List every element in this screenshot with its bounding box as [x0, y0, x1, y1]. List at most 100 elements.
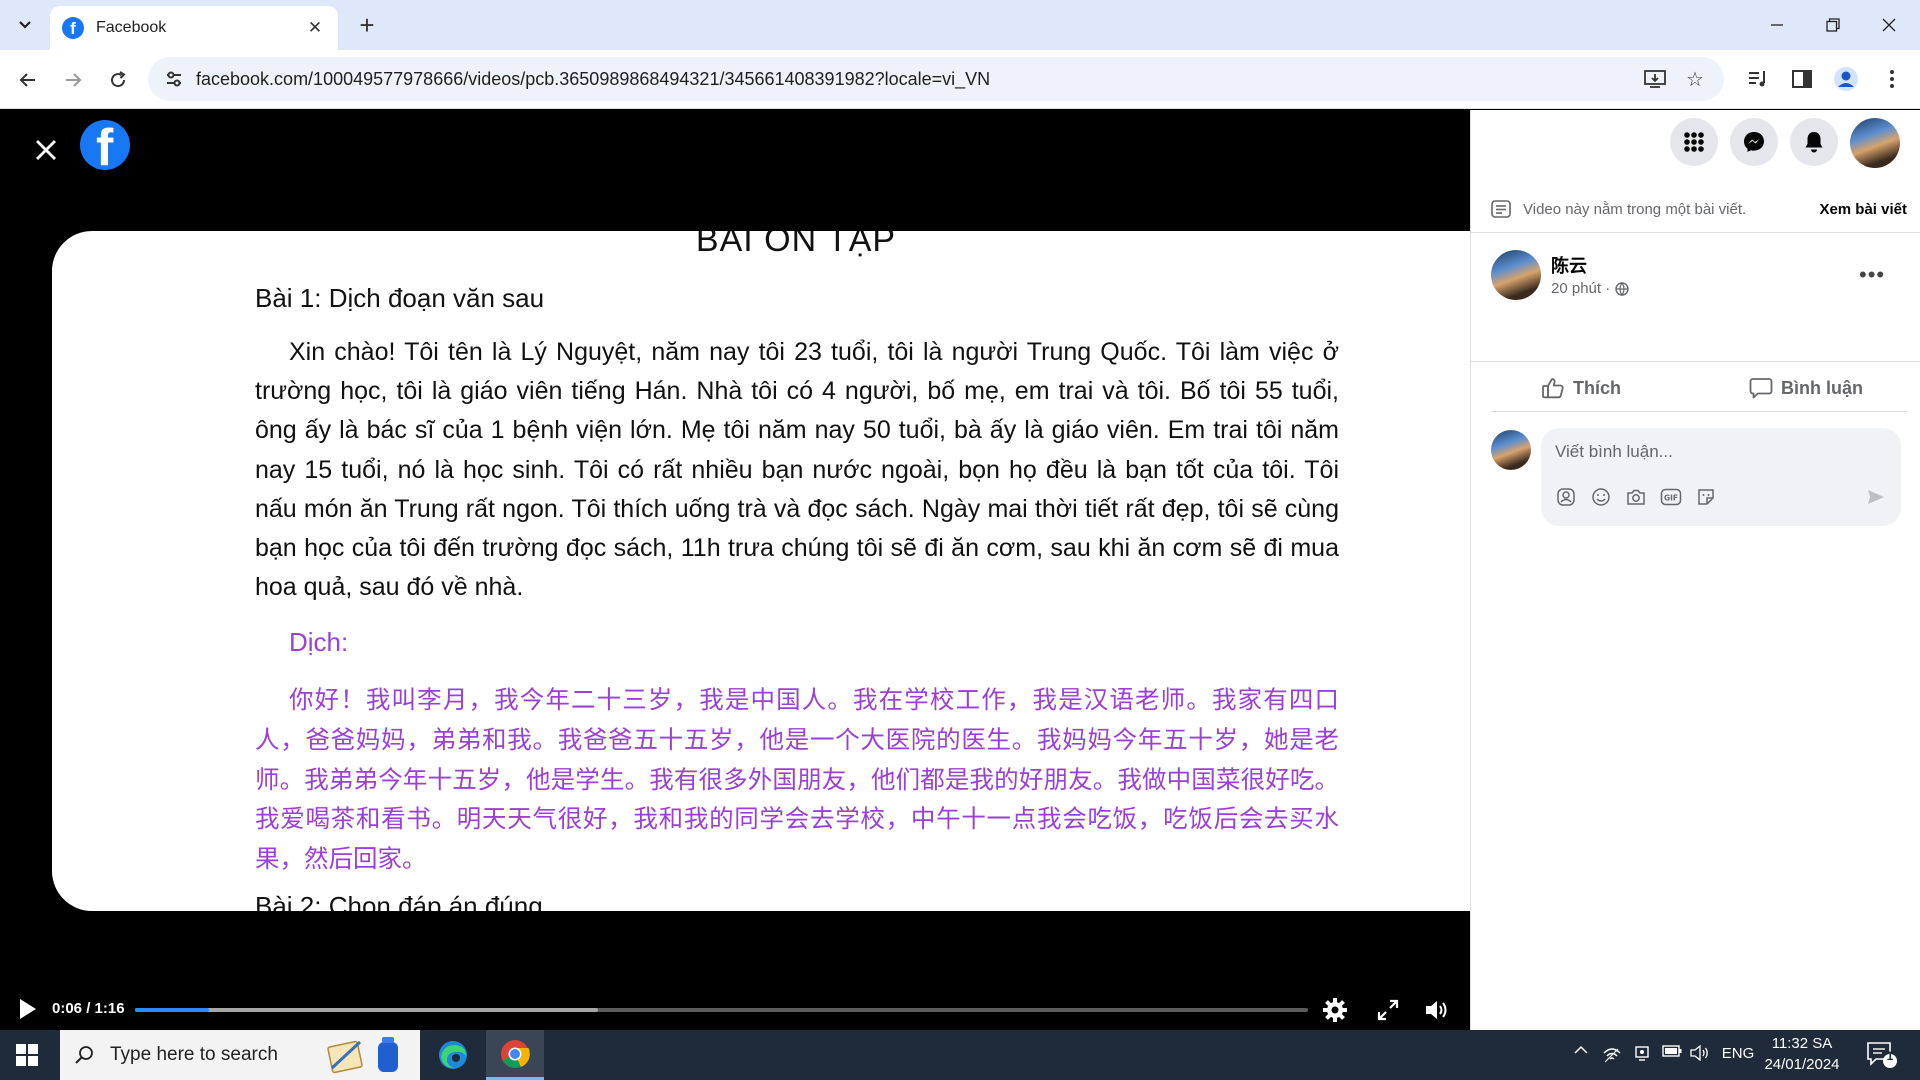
arrow-left-icon — [19, 73, 35, 87]
clock-date: 24/01/2024 — [1764, 1056, 1840, 1073]
profile-icon[interactable] — [1830, 63, 1862, 95]
bookmark-star-icon[interactable]: ☆ — [1682, 66, 1708, 92]
comment-icon — [1749, 377, 1773, 399]
video-controls: 0:06 / 1:16 — [0, 990, 1469, 1030]
speaker-icon — [1426, 1001, 1447, 1019]
windows-start-icon[interactable] — [16, 1044, 38, 1066]
play-icon — [20, 999, 36, 1019]
arrow-right-icon — [66, 73, 82, 87]
browser-toolbar: facebook.com/100049577978666/videos/pcb.… — [0, 50, 1920, 109]
author-avatar[interactable] — [1491, 250, 1541, 300]
tab-search-button[interactable] — [8, 10, 42, 40]
taskbar-search[interactable]: Type here to search — [60, 1030, 420, 1080]
windows-taskbar: Type here to search ENG 11:32 SA 24/01/2… — [0, 1030, 1920, 1080]
volume-icon[interactable] — [1688, 1045, 1712, 1061]
camera-icon[interactable] — [1625, 486, 1647, 508]
messenger-icon — [1744, 132, 1764, 152]
comment-placeholder[interactable]: Viết bình luận... — [1555, 442, 1673, 462]
restore-button[interactable] — [1806, 0, 1860, 50]
post-time[interactable]: 20 phút · — [1551, 280, 1610, 297]
close-icon — [36, 140, 56, 160]
divider — [1471, 361, 1920, 362]
view-post-link[interactable]: Xem bài viết — [1819, 201, 1907, 218]
battery-icon[interactable] — [1660, 1045, 1684, 1057]
network-icon[interactable] — [1600, 1045, 1624, 1063]
fullscreen-icon — [1377, 999, 1399, 1021]
sticker-icon[interactable] — [1695, 486, 1717, 508]
played-bar — [135, 1008, 209, 1012]
notification-center-button[interactable]: 1 — [1856, 1030, 1908, 1080]
next-section-heading: Bài 2: Chọn đáp án đúng — [255, 891, 543, 911]
notifications-button[interactable] — [1790, 118, 1838, 166]
gear-icon — [1323, 998, 1347, 1022]
translation-text: 你好！我叫李月，我今年二十三岁，我是中国人。我在学校工作，我是汉语老师。我家有四… — [255, 685, 1339, 874]
url-text[interactable]: facebook.com/100049577978666/videos/pcb.… — [196, 69, 990, 90]
close-viewer-button[interactable] — [24, 128, 68, 172]
video-time: 0:06 / 1:16 — [52, 1000, 125, 1017]
emoji-icon[interactable] — [1590, 486, 1612, 508]
chevron-down-icon — [19, 21, 31, 29]
post-info-bar: Video này nằm trong một bài viết. Xem bà… — [1491, 195, 1907, 223]
back-button[interactable] — [10, 62, 46, 98]
globe-icon — [1615, 281, 1629, 296]
reload-button[interactable] — [100, 62, 136, 98]
tab-close-icon[interactable]: ✕ — [304, 17, 326, 39]
taskbar-clock[interactable]: 11:32 SA 24/01/2024 — [1760, 1033, 1844, 1075]
translation-label: Dịch: — [289, 627, 349, 657]
search-placeholder: Type here to search — [110, 1044, 278, 1065]
edge-icon — [439, 1041, 467, 1069]
play-button[interactable] — [14, 996, 42, 1024]
browser-tab-facebook[interactable]: f Facebook ✕ — [50, 6, 338, 50]
device-icon[interactable] — [1630, 1045, 1654, 1063]
svg-text:GIF: GIF — [1664, 494, 1678, 503]
taskbar-edge[interactable] — [424, 1030, 482, 1080]
commenter-avatar[interactable] — [1491, 430, 1531, 470]
side-panel-icon[interactable] — [1786, 63, 1818, 95]
chevron-up-icon[interactable] — [1570, 1045, 1592, 1055]
fullscreen-button[interactable] — [1372, 994, 1404, 1026]
menu-button[interactable] — [1670, 118, 1718, 166]
avatar-sticker-icon[interactable] — [1555, 486, 1577, 508]
settings-button[interactable] — [1319, 994, 1351, 1026]
facebook-logo[interactable]: f — [80, 120, 130, 170]
restore-icon — [1826, 18, 1840, 32]
messenger-button[interactable] — [1730, 118, 1778, 166]
reload-icon — [111, 71, 126, 88]
chrome-icon — [501, 1039, 530, 1068]
author-name[interactable]: 陈云 — [1551, 252, 1587, 278]
grid-menu-icon — [1684, 132, 1704, 152]
account-avatar[interactable] — [1850, 118, 1900, 168]
minimize-button[interactable] — [1750, 0, 1804, 50]
bell-icon — [1805, 132, 1823, 153]
new-tab-button[interactable]: + — [352, 10, 382, 40]
close-window-button[interactable] — [1862, 0, 1916, 50]
document-paragraph: Xin chào! Tôi tên là Lý Nguyệt, năm nay … — [255, 338, 1339, 602]
video-progress-bar[interactable] — [135, 1008, 1308, 1012]
volume-button[interactable] — [1421, 994, 1453, 1026]
menu-kebab-icon[interactable] — [1876, 63, 1908, 95]
video-viewer[interactable]: f BÀI ÔN TẬP Bài 1: Dịch đoạn văn sau Xi… — [0, 110, 1470, 1030]
post-meta: 20 phút · — [1551, 280, 1629, 297]
document-subheading: Bài 1: Dịch đoạn văn sau — [255, 283, 545, 313]
comment-label: Bình luận — [1781, 377, 1863, 398]
address-bar[interactable]: facebook.com/100049577978666/videos/pcb.… — [148, 57, 1724, 101]
input-language[interactable]: ENG — [1718, 1045, 1758, 1062]
site-info-icon[interactable] — [160, 65, 188, 93]
comment-input[interactable]: Viết bình luận... GIF — [1541, 428, 1901, 526]
forward-button[interactable] — [55, 62, 91, 98]
search-highlight-icon — [316, 1034, 416, 1076]
more-options-icon[interactable]: ••• — [1859, 262, 1885, 288]
minimize-icon — [1771, 24, 1783, 26]
gif-icon[interactable]: GIF — [1660, 486, 1682, 508]
post-icon — [1491, 200, 1511, 218]
taskbar-chrome[interactable] — [486, 1030, 544, 1080]
facebook-favicon-icon: f — [62, 17, 84, 39]
comment-button[interactable]: Bình luận — [1749, 370, 1863, 406]
install-app-icon[interactable] — [1642, 66, 1668, 92]
media-controls-icon[interactable] — [1742, 63, 1774, 95]
thumbs-up-icon — [1541, 377, 1565, 399]
send-icon[interactable] — [1865, 486, 1887, 508]
like-button[interactable]: Thích — [1541, 370, 1621, 406]
post-info-text: Video này nằm trong một bài viết. — [1523, 200, 1747, 218]
search-icon — [74, 1045, 94, 1065]
